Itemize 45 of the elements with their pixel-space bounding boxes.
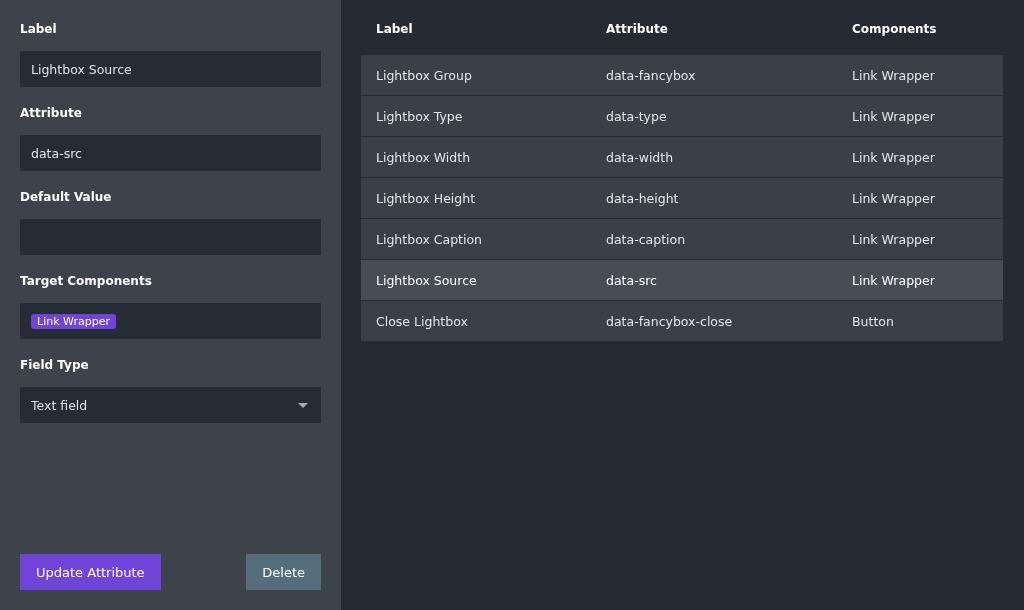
field-label: Target Components <box>20 274 153 288</box>
table-cell-text: Link Wrapper <box>851 231 936 247</box>
table-cell-text: data-height <box>605 190 680 206</box>
column-header: Components <box>851 22 938 36</box>
field-label: Field Type <box>20 358 90 372</box>
field-label: Label <box>20 22 58 36</box>
input-field[interactable]: data-src <box>20 135 321 171</box>
table-cell-text: Button <box>851 313 895 329</box>
table-cell-text: Link Wrapper <box>851 272 936 288</box>
table-cell-text: Link Wrapper <box>851 190 936 206</box>
table-cell-text: Lightbox Type <box>375 108 464 124</box>
table-cell-text: data-fancybox <box>605 67 697 83</box>
table-cell-text: data-caption <box>605 231 687 247</box>
table-cell-text: Lightbox Height <box>375 190 477 206</box>
table-row[interactable]: Lightbox Height data-height Link Wrapper <box>361 178 1003 219</box>
table-cell-text: data-fancybox-close <box>605 313 734 329</box>
caret-icon <box>298 402 308 408</box>
update-button[interactable]: Update Attribute <box>20 554 161 590</box>
table-cell-text: Lightbox Width <box>375 149 472 165</box>
table-cell-text: Link Wrapper <box>851 67 936 83</box>
field-label: Attribute <box>20 106 83 120</box>
table-cell-text: Lightbox Caption <box>375 231 484 247</box>
table-row[interactable]: Lightbox Group data-fancybox Link Wrapper <box>361 55 1003 96</box>
input-field[interactable] <box>20 219 321 255</box>
table-cell-text: Lightbox Group <box>375 67 473 83</box>
table-row[interactable]: Lightbox Source data-src Link Wrapper <box>361 260 1003 301</box>
table-row[interactable]: Lightbox Type data-type Link Wrapper <box>361 96 1003 137</box>
column-header: Label <box>375 22 414 36</box>
delete-button[interactable]: Delete <box>246 554 321 590</box>
table-cell-text: data-type <box>605 108 668 124</box>
table-cell-text: data-width <box>605 149 675 165</box>
table-cell-text: Close Lightbox <box>375 313 469 329</box>
table-cell-text: Link Wrapper <box>851 149 936 165</box>
column-header: Attribute <box>605 22 669 36</box>
field-label: Default Value <box>20 190 113 204</box>
tags-field[interactable]: Link Wrapper <box>20 303 321 339</box>
dropdown[interactable]: Text field <box>20 387 321 423</box>
table-cell-text: data-src <box>605 272 658 288</box>
table-cell-text: Lightbox Source <box>375 272 478 288</box>
table-cell-text: Link Wrapper <box>851 108 936 124</box>
table-row[interactable]: Close Lightbox data-fancybox-close Button <box>361 301 1003 342</box>
table-row[interactable]: Lightbox Width data-width Link Wrapper <box>361 137 1003 178</box>
table-row[interactable]: Lightbox Caption data-caption Link Wrapper <box>361 219 1003 260</box>
input-field[interactable]: Lightbox Source <box>20 51 321 87</box>
tag[interactable]: Link Wrapper <box>31 313 116 329</box>
